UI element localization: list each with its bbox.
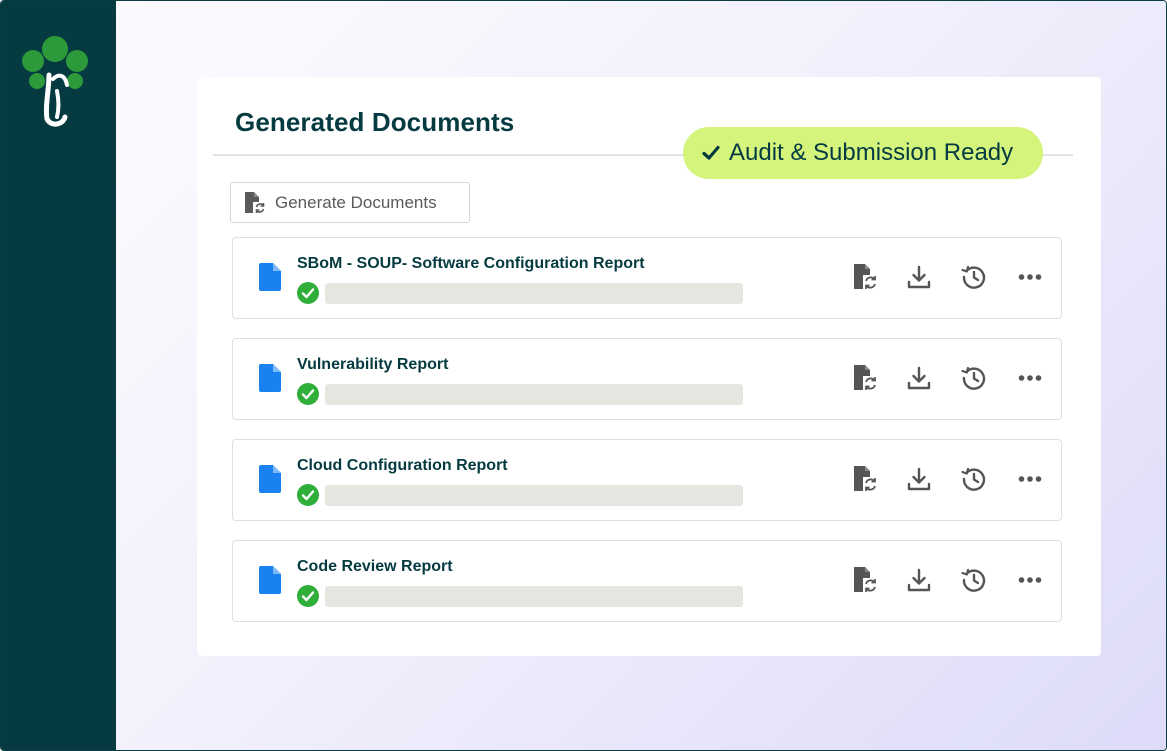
check-icon: [702, 145, 720, 160]
more-icon[interactable]: [1016, 364, 1044, 392]
file-icon: [259, 566, 281, 594]
file-icon: [259, 364, 281, 392]
logo-icon: [22, 36, 88, 127]
regenerate-icon[interactable]: [851, 566, 879, 594]
download-icon[interactable]: [905, 364, 933, 392]
app-window: Generated Documents Audit & Submission R…: [0, 0, 1167, 751]
file-icon: [259, 465, 281, 493]
history-icon[interactable]: [960, 364, 988, 392]
more-icon[interactable]: [1016, 465, 1044, 493]
download-icon[interactable]: [905, 465, 933, 493]
download-icon[interactable]: [905, 566, 933, 594]
regenerate-icon[interactable]: [851, 263, 879, 291]
document-name: Code Review Report: [297, 558, 453, 575]
status-badge-label: Audit & Submission Ready: [729, 139, 1014, 166]
document-row[interactable]: SBoM - SOUP- Software Configuration Repo…: [232, 237, 1062, 319]
main-area: Generated Documents Audit & Submission R…: [116, 1, 1166, 750]
progress-bar: [325, 384, 743, 405]
documents-card: Generated Documents Audit & Submission R…: [197, 77, 1101, 656]
generate-documents-button[interactable]: Generate Documents: [230, 182, 470, 223]
check-circle-icon: [297, 282, 319, 304]
sidebar: [1, 1, 116, 750]
file-refresh-icon: [245, 191, 265, 213]
generate-documents-label: Generate Documents: [275, 192, 437, 212]
document-name: SBoM - SOUP- Software Configuration Repo…: [297, 255, 645, 272]
check-circle-icon: [297, 383, 319, 405]
document-row[interactable]: Code Review Report: [232, 540, 1062, 622]
file-icon: [259, 263, 281, 291]
check-circle-icon: [297, 585, 319, 607]
check-circle-icon: [297, 484, 319, 506]
progress-bar: [325, 283, 743, 304]
download-icon[interactable]: [905, 263, 933, 291]
history-icon[interactable]: [960, 465, 988, 493]
progress-bar: [325, 586, 743, 607]
more-icon[interactable]: [1016, 566, 1044, 594]
page-title: Generated Documents: [235, 107, 515, 137]
more-icon[interactable]: [1016, 263, 1044, 291]
document-row[interactable]: Cloud Configuration Report: [232, 439, 1062, 521]
progress-bar: [325, 485, 743, 506]
regenerate-icon[interactable]: [851, 465, 879, 493]
document-row[interactable]: Vulnerability Report: [232, 338, 1062, 420]
status-badge: Audit & Submission Ready: [683, 127, 1043, 179]
document-name: Vulnerability Report: [297, 356, 449, 373]
regenerate-icon[interactable]: [851, 364, 879, 392]
history-icon[interactable]: [960, 263, 988, 291]
document-name: Cloud Configuration Report: [297, 457, 508, 474]
history-icon[interactable]: [960, 566, 988, 594]
